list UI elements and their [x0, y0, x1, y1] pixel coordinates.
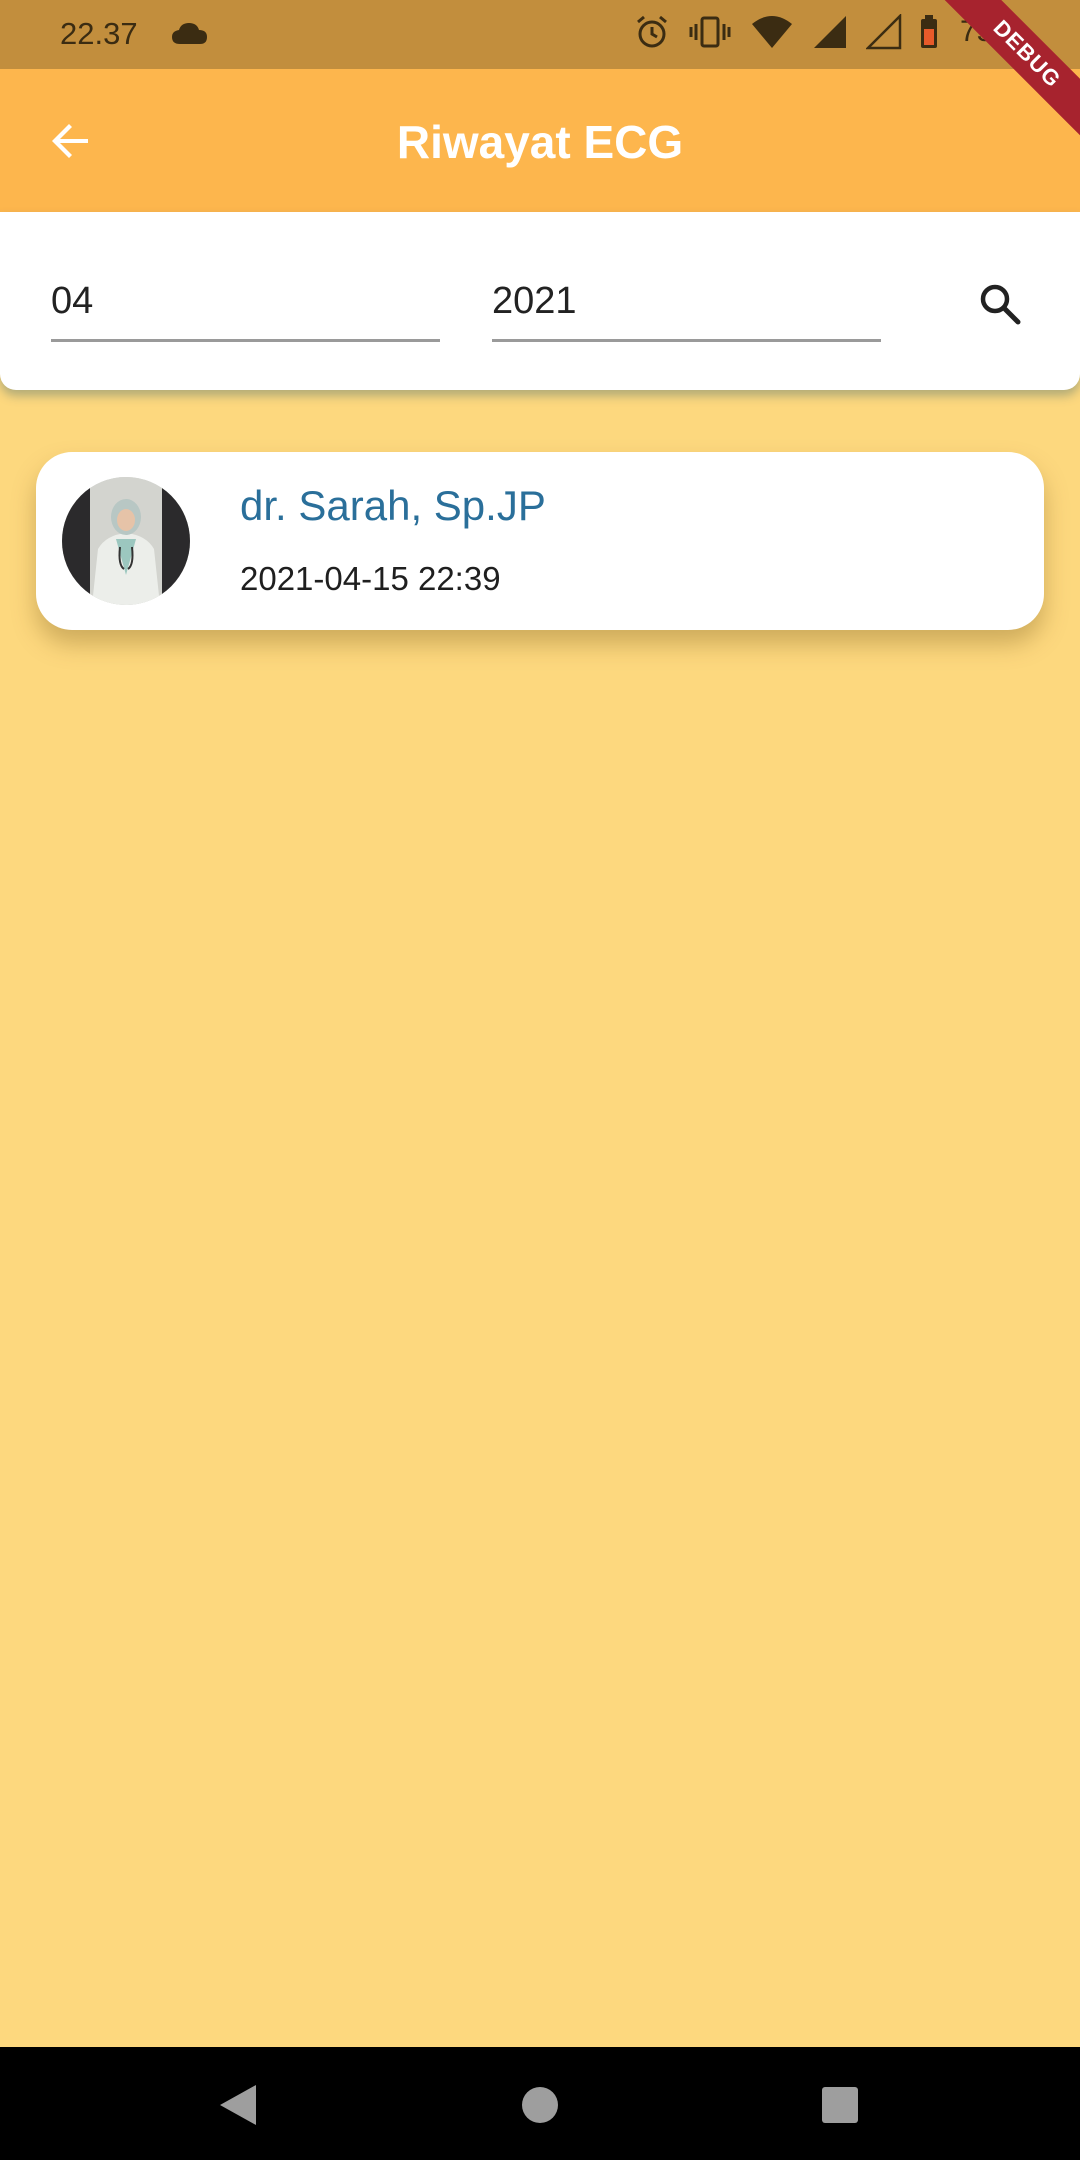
filter-card: 04 2021 — [0, 212, 1080, 390]
alarm-icon — [634, 14, 670, 50]
status-bar: 22.37 75% — [0, 0, 1080, 69]
search-icon — [980, 284, 1021, 325]
signal-icon — [812, 14, 848, 50]
signal-empty-icon — [865, 14, 902, 50]
app-bar: Riwayat ECG — [0, 69, 1080, 212]
nav-back-button[interactable] — [210, 2077, 266, 2133]
nav-home-button[interactable] — [512, 2077, 568, 2133]
vibrate-icon — [688, 14, 732, 50]
page: 22.37 75% DEBUG — [0, 0, 1080, 2160]
doctor-avatar — [62, 477, 190, 605]
nav-recent-button[interactable] — [812, 2077, 868, 2133]
wifi-icon — [750, 14, 794, 50]
search-button[interactable] — [970, 274, 1030, 334]
nav-home-icon — [522, 2087, 558, 2123]
system-nav-bar — [0, 2047, 1080, 2160]
page-title: Riwayat ECG — [396, 116, 684, 168]
month-field[interactable]: 04 — [51, 262, 440, 342]
status-time: 22.37 — [60, 16, 138, 51]
history-list-item[interactable]: dr. Sarah, Sp.JP 2021-04-15 22:39 — [36, 452, 1044, 630]
nav-back-icon — [220, 2085, 256, 2125]
battery-icon — [920, 15, 938, 49]
cloud-icon — [170, 20, 210, 46]
doctor-name: dr. Sarah, Sp.JP — [240, 482, 546, 529]
status-icons: 75% — [634, 14, 1020, 50]
nav-recent-icon — [822, 2087, 858, 2123]
record-datetime: 2021-04-15 22:39 — [240, 560, 501, 597]
year-field[interactable]: 2021 — [492, 262, 881, 342]
